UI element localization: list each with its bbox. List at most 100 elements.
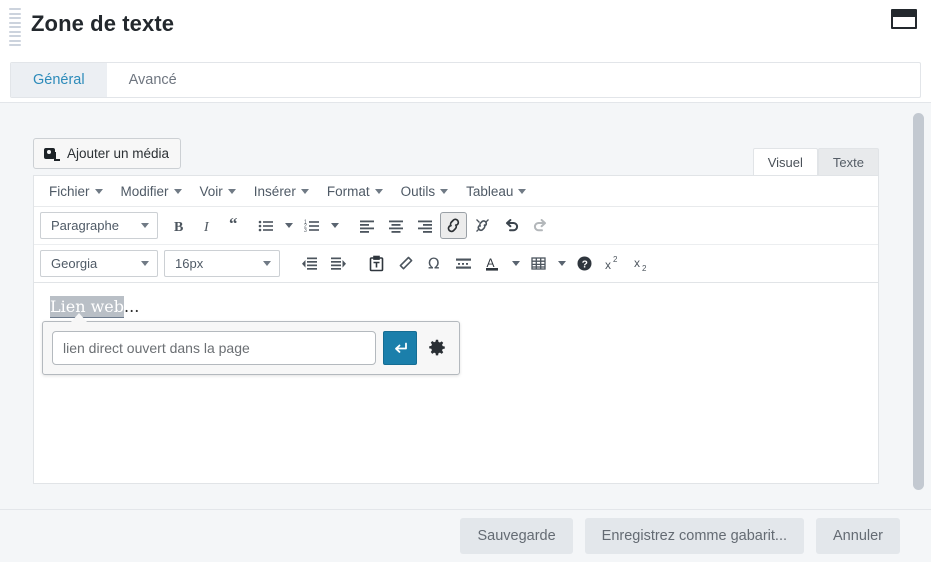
dialog-tabs: Général Avancé: [10, 62, 921, 98]
font-family-select[interactable]: Georgia: [40, 250, 158, 277]
chevron-down-icon: [440, 188, 449, 194]
link-icon[interactable]: [440, 212, 467, 239]
add-media-label: Ajouter un média: [67, 146, 170, 161]
chevron-down-icon: [300, 188, 309, 194]
redo-icon[interactable]: [527, 212, 554, 239]
table-icon[interactable]: [525, 250, 552, 277]
svg-text:x: x: [605, 258, 611, 272]
font-size-value: 16px: [175, 256, 204, 271]
menu-fichier[interactable]: Fichier: [40, 179, 112, 203]
align-center-icon[interactable]: [382, 212, 409, 239]
textbox-editor-dialog: Zone de texte Général Avancé Ajouter un …: [0, 0, 931, 562]
chevron-down-icon: [518, 188, 527, 194]
svg-text:A: A: [487, 256, 495, 270]
menu-modifier[interactable]: Modifier: [112, 179, 191, 203]
outdent-icon[interactable]: [296, 250, 323, 277]
menu-label: Insérer: [253, 183, 296, 199]
menu-label: Format: [326, 183, 370, 199]
cancel-button[interactable]: Annuler: [816, 518, 900, 554]
italic-icon[interactable]: I: [194, 212, 221, 239]
text-color-chevron-down-icon[interactable]: [507, 250, 524, 277]
subscript-icon[interactable]: x 2: [629, 250, 656, 277]
content-trailing-text: ...: [124, 297, 140, 316]
bullet-list-options-chevron-down-icon[interactable]: [280, 212, 297, 239]
editor-content-area[interactable]: Lien web...: [34, 283, 878, 483]
svg-text:I: I: [203, 220, 210, 234]
tab-visual[interactable]: Visuel: [752, 148, 818, 175]
menu-inserer[interactable]: Insérer: [245, 179, 318, 203]
dialog-footer: Sauvegarde Enregistrez comme gabarit... …: [0, 510, 931, 562]
chevron-down-icon: [141, 223, 149, 228]
editor-menubar: Fichier Modifier Voir Insérer Format Out…: [34, 176, 878, 207]
paragraph-style-select[interactable]: Paragraphe: [40, 212, 158, 239]
paste-as-text-icon[interactable]: [363, 250, 390, 277]
menu-format[interactable]: Format: [318, 179, 392, 203]
page-title: Zone de texte: [31, 11, 175, 36]
editor-toolbar-row-2: Georgia 16px Ω A ? x 2 x 2: [34, 245, 878, 283]
drag-handle-icon[interactable]: [9, 8, 21, 46]
menu-label: Modifier: [120, 183, 169, 199]
link-popup: [42, 321, 460, 375]
menu-outils[interactable]: Outils: [392, 179, 458, 203]
menu-label: Tableau: [466, 183, 514, 199]
editor-view-tabs: Visuel Texte: [752, 148, 879, 175]
bullet-list-icon[interactable]: [252, 212, 279, 239]
media-icon: [44, 146, 60, 161]
text-color-icon[interactable]: A: [479, 250, 506, 277]
bold-icon[interactable]: B: [165, 212, 192, 239]
svg-text:2: 2: [642, 264, 647, 272]
unlink-icon[interactable]: [469, 212, 496, 239]
selected-link-text[interactable]: Lien web: [50, 296, 125, 318]
font-family-value: Georgia: [51, 256, 98, 271]
rich-text-editor: Ajouter un média Visuel Texte Fichier Mo…: [33, 135, 879, 484]
dialog-titlebar: Zone de texte: [0, 0, 931, 56]
undo-icon[interactable]: [498, 212, 525, 239]
clear-formatting-icon[interactable]: [392, 250, 419, 277]
menu-voir[interactable]: Voir: [191, 179, 245, 203]
chevron-down-icon: [263, 261, 271, 266]
svg-text:x: x: [634, 256, 640, 270]
link-apply-button[interactable]: [383, 331, 417, 365]
special-character-icon[interactable]: Ω: [421, 250, 448, 277]
link-url-input[interactable]: [52, 331, 376, 365]
vertical-scrollbar-thumb[interactable]: [913, 113, 924, 490]
paragraph-style-value: Paragraphe: [51, 218, 119, 233]
menu-label: Outils: [400, 183, 436, 199]
superscript-icon[interactable]: x 2: [600, 250, 627, 277]
chevron-down-icon: [374, 188, 383, 194]
svg-text:2: 2: [613, 255, 618, 264]
blockquote-icon[interactable]: “: [223, 212, 250, 239]
numbered-list-icon[interactable]: 1 2 3: [298, 212, 325, 239]
numbered-list-options-chevron-down-icon[interactable]: [326, 212, 343, 239]
chevron-down-icon: [227, 188, 236, 194]
chevron-down-icon: [173, 188, 182, 194]
table-chevron-down-icon[interactable]: [553, 250, 570, 277]
svg-text:B: B: [174, 220, 183, 234]
menu-label: Voir: [199, 183, 223, 199]
chevron-down-icon: [141, 261, 149, 266]
menu-label: Fichier: [49, 183, 90, 199]
svg-text:Ω: Ω: [428, 255, 439, 272]
editor-frame: Fichier Modifier Voir Insérer Format Out…: [33, 175, 879, 484]
add-media-button[interactable]: Ajouter un média: [33, 138, 182, 169]
save-button[interactable]: Sauvegarde: [460, 518, 573, 554]
menu-tableau[interactable]: Tableau: [457, 179, 535, 203]
chevron-down-icon: [94, 188, 103, 194]
editor-top-row: Ajouter un média Visuel Texte: [33, 135, 879, 175]
svg-text:?: ?: [582, 260, 588, 271]
window-restore-icon[interactable]: [891, 9, 917, 29]
editor-toolbar-row-1: Paragraphe B I “ 1 2 3: [34, 207, 878, 245]
tab-advanced[interactable]: Avancé: [106, 63, 199, 97]
svg-text:“: “: [229, 218, 238, 233]
align-left-icon[interactable]: [353, 212, 380, 239]
align-right-icon[interactable]: [411, 212, 438, 239]
save-as-template-button[interactable]: Enregistrez comme gabarit...: [584, 518, 805, 554]
tab-text[interactable]: Texte: [817, 148, 879, 175]
tab-general[interactable]: Général: [11, 63, 107, 97]
help-icon[interactable]: ?: [571, 250, 598, 277]
horizontal-rule-icon[interactable]: [450, 250, 477, 277]
indent-icon[interactable]: [325, 250, 352, 277]
gear-icon[interactable]: [424, 331, 450, 365]
font-size-select[interactable]: 16px: [164, 250, 280, 277]
svg-text:3: 3: [304, 227, 307, 233]
